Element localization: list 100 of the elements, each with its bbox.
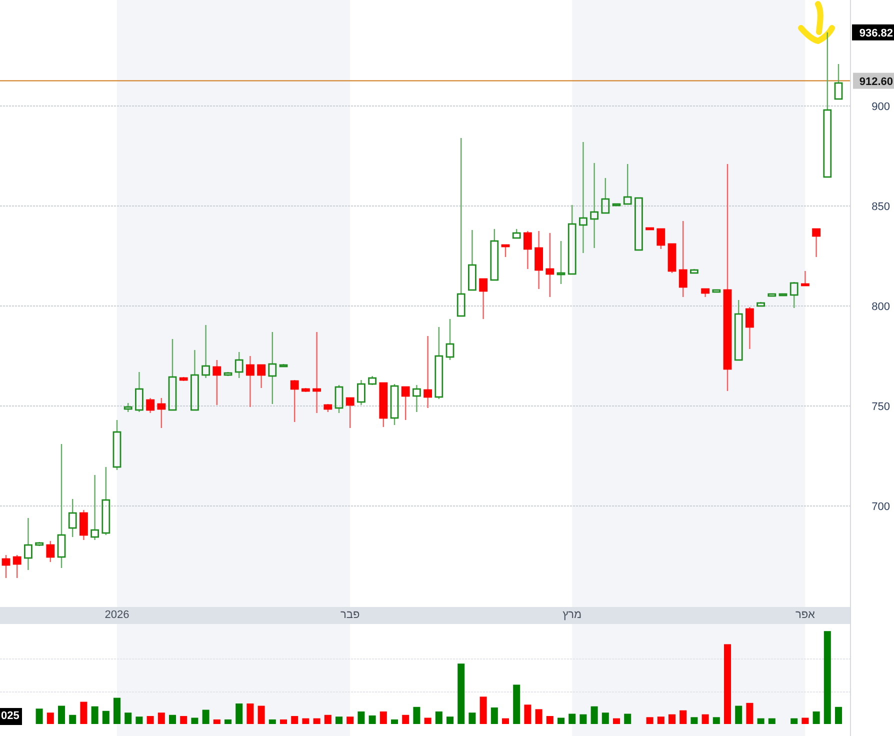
volume-bar [558,718,564,724]
volume-bar [246,703,254,724]
candlestick [756,302,765,307]
candlestick [446,319,454,360]
candlestick [146,398,154,413]
candlestick [801,271,810,286]
candlestick [690,269,698,274]
candlestick [135,372,144,412]
candlestick [501,244,510,257]
volume-bar [502,718,509,724]
price-axis-label: 700 [872,501,890,513]
candlestick [35,542,44,546]
volume-bar [535,709,542,724]
candlestick [212,360,222,405]
high-price-label: 936.82 [852,24,894,40]
volume-bar [802,718,809,724]
candlestick [623,164,632,205]
volume-bar [236,703,243,724]
candlestick [334,385,344,413]
candlestick [2,555,10,578]
candlestick [157,398,166,428]
price-axis-label: 850 [872,201,890,213]
candlestick [790,282,798,308]
volume-bar [368,715,376,724]
candlestick [512,229,521,239]
volume-bar [268,719,276,724]
volume-bar [180,716,188,724]
candlestick [668,243,676,273]
volume-bar [336,716,342,724]
volume-bar [136,716,143,724]
candlestick [556,241,566,284]
candlestick [534,231,543,289]
candlestick [412,385,421,412]
candlestick [634,197,643,251]
volume-bar [580,714,587,724]
volume-bar [224,719,232,724]
volume-bar [680,710,687,724]
candlestick [646,227,654,230]
candlestick [734,300,743,361]
candlestick [24,518,32,570]
volume-bar [358,711,365,724]
candlestick [656,228,666,249]
candlestick [490,229,499,281]
candlestick [112,420,122,470]
candlestick [546,233,554,297]
candlestick [568,205,576,275]
candlestick [601,178,610,214]
time-axis-label: פבר [340,609,360,622]
volume-bar [624,714,632,724]
candlestick [479,278,488,319]
candlestick [102,467,110,535]
volume-bar [690,717,698,724]
volume-bar [546,716,554,724]
candlestick [701,288,710,297]
ref-line-label: 912.60 [859,76,893,88]
volume-bar [114,698,120,724]
volume-bar [46,712,54,724]
volume-bar [480,696,487,724]
price-axis-label: 800 [872,301,890,313]
candlestick [302,388,310,392]
time-axis-label: אפר [795,609,815,622]
candlestick [524,231,532,269]
candlestick [434,327,444,399]
candlestick [68,499,77,537]
price-axis-label: 900 [872,101,890,113]
candlestick [80,510,88,540]
time-axis-label: מרץ [562,609,582,622]
volume-bar [80,702,88,724]
volume-bar [413,706,420,724]
candlestick [468,230,476,291]
candlestick [246,356,254,407]
last-price-label: 912.60 [853,72,894,89]
volume-bar [568,714,576,724]
candlestick [712,289,721,293]
candlestick [290,380,299,422]
volume-bar [91,706,98,724]
volume-bar [58,706,65,724]
volume-bar [490,707,498,724]
candlestick [357,380,366,405]
candlestick [257,364,266,388]
volume-bar [291,716,298,724]
volume-bar [446,716,454,724]
volume-bar [524,704,532,724]
volume-bar [346,716,354,724]
candlestick [401,386,410,420]
candlestick [424,336,432,408]
volume-bar [124,712,132,724]
candlestick [834,64,843,100]
volume-value-label: 025 [0,708,22,725]
volume-bar [424,718,432,724]
volume-bar [513,684,520,724]
candlestick [179,377,188,381]
candlestick [324,404,332,412]
volume-bar [102,710,110,724]
candlestick [268,332,277,404]
candlestick [346,397,354,428]
volume-bar [435,711,442,724]
volume-bar [835,706,842,724]
volume-bar [280,719,287,724]
volume-bar [746,702,754,724]
